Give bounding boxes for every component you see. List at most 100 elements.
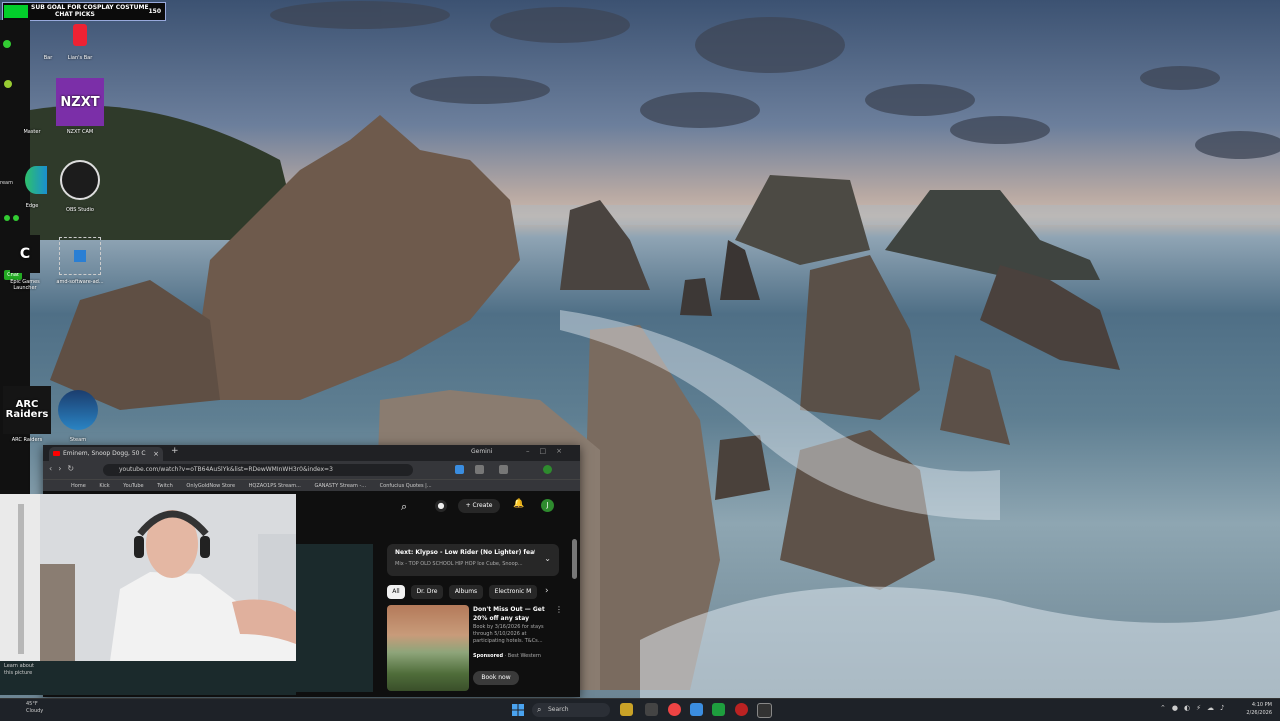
gemini-button[interactable]: Gemini bbox=[471, 448, 492, 455]
chevron-right-icon[interactable]: › bbox=[545, 586, 549, 596]
bookmark-stream-1[interactable]: HQZAO1PS Stream... bbox=[249, 483, 301, 489]
sub-goal-title: SUB GOAL FOR COSPLAY COSTUME bbox=[31, 4, 149, 11]
clock-time: 4:10 PM bbox=[1251, 702, 1272, 708]
search-icon: ⌕ bbox=[537, 705, 542, 714]
window-controls[interactable]: –□× bbox=[526, 447, 572, 455]
weather-condition: Cloudy bbox=[26, 708, 44, 714]
clock[interactable]: 4:10 PM 2/26/2026 bbox=[1240, 701, 1272, 717]
up-next-card[interactable]: Next: Klypso - Low Rider (No Lighter) fe… bbox=[387, 544, 559, 576]
chip-albums[interactable]: Albums bbox=[449, 585, 483, 599]
desktop-icon-label: ARC Raiders bbox=[11, 437, 43, 443]
scrollbar[interactable] bbox=[572, 539, 577, 579]
windows-start-icon[interactable] bbox=[512, 704, 524, 716]
desktop-icon-label: NZXT CAM bbox=[66, 129, 94, 135]
microphone-icon[interactable]: ● bbox=[435, 500, 447, 512]
more-options-icon[interactable]: ⋮ bbox=[555, 605, 563, 614]
desktop-icon-obs-studio[interactable]: OBS Studio bbox=[50, 156, 110, 213]
status-dot-icon bbox=[4, 80, 12, 88]
nzxt-icon: NZXT bbox=[56, 78, 104, 126]
status-dot-icon bbox=[13, 215, 19, 221]
edge-icon bbox=[25, 166, 47, 194]
chrome-icon[interactable] bbox=[668, 703, 681, 716]
desktop-icon-epic-games[interactable]: C Epic Games Launcher bbox=[0, 232, 50, 291]
bookmark-home[interactable]: Home bbox=[71, 483, 86, 489]
app-icon[interactable] bbox=[690, 703, 703, 716]
ad-thumbnail[interactable] bbox=[387, 605, 469, 691]
taskbar-search[interactable]: ⌕ Search bbox=[532, 703, 610, 717]
bookmark-twitch[interactable]: Twitch bbox=[157, 483, 173, 489]
arc-raiders-icon: ARC Raiders bbox=[3, 386, 51, 434]
learn-about-picture-label: Learn about this picture bbox=[4, 663, 34, 676]
chip-electronic[interactable]: Electronic M bbox=[489, 585, 537, 599]
profile-avatar[interactable] bbox=[543, 465, 552, 474]
webcam-feed bbox=[0, 494, 296, 661]
status-dot-icon bbox=[4, 215, 10, 221]
browser-tab-bar: Eminem, Snoop Dogg, 50 C × + Gemini –□× bbox=[43, 445, 580, 461]
desktop-icon-nzxt-cam[interactable]: NZXT NZXT CAM bbox=[50, 78, 110, 135]
extension-icon[interactable] bbox=[475, 465, 484, 474]
search-placeholder: Search bbox=[548, 706, 569, 713]
create-button[interactable]: + Create bbox=[458, 499, 500, 513]
book-now-button[interactable]: Book now bbox=[473, 671, 519, 685]
ad-description: Book by 3/16/2026 for stays through 5/10… bbox=[473, 624, 544, 644]
bookmark-stream-2[interactable]: GANASTY Stream -... bbox=[314, 483, 366, 489]
bookmark-kick[interactable]: Kick bbox=[99, 483, 109, 489]
system-tray[interactable]: ⌃●◐⚡☁♪ bbox=[1160, 704, 1230, 712]
sponsored-ad[interactable]: Don't Miss Out — Get 20% off any stay Bo… bbox=[387, 605, 567, 695]
avatar[interactable]: J bbox=[541, 499, 554, 512]
extension-icon[interactable] bbox=[499, 465, 508, 474]
desktop-icon-label: OBS Studio bbox=[66, 207, 94, 213]
nav-buttons[interactable]: ‹›↻ bbox=[49, 464, 80, 473]
weather-widget[interactable]: 45°F Cloudy bbox=[26, 701, 43, 715]
ad-sponsor: Sponsored · Best Western bbox=[473, 653, 541, 659]
terminal-icon[interactable] bbox=[757, 703, 772, 718]
video-player[interactable] bbox=[295, 544, 373, 692]
youtube-icon bbox=[53, 451, 60, 456]
desktop-icon-edge[interactable]: Edge bbox=[12, 160, 52, 209]
next-video-playlist: Mix - TOP OLD SCHOOL HIP HOP Ice Cube, S… bbox=[395, 561, 523, 567]
desktop-icon-label: Edge bbox=[25, 203, 39, 209]
installer-icon bbox=[59, 237, 101, 275]
address-bar[interactable]: youtube.com/watch?v=oTB64AuSlYk&list=RDe… bbox=[103, 464, 413, 476]
desktop-icon-amd-software[interactable]: amd-software-ad... bbox=[50, 236, 110, 285]
desktop-icon-label: amd-software-ad... bbox=[56, 279, 104, 285]
sub-goal-count: 150 bbox=[148, 8, 161, 15]
steam-icon bbox=[58, 390, 98, 430]
app-icon bbox=[73, 24, 87, 46]
ad-title: Don't Miss Out — Get 20% off any stay bbox=[473, 606, 545, 622]
sub-goal-progress bbox=[4, 5, 28, 18]
xbox-icon[interactable] bbox=[712, 703, 725, 716]
extension-icon[interactable] bbox=[455, 465, 464, 474]
app-icon[interactable] bbox=[735, 703, 748, 716]
weather-temp: 45°F bbox=[26, 701, 38, 707]
next-video-title: Next: Klypso - Low Rider (No Lighter) fe… bbox=[395, 549, 535, 556]
file-explorer-icon[interactable] bbox=[620, 703, 633, 716]
address-bar-row: ‹›↻ youtube.com/watch?v=oTB64AuSlYk&list… bbox=[43, 461, 580, 479]
new-tab-button[interactable]: + bbox=[171, 446, 179, 456]
desktop-icon-master[interactable]: Master bbox=[12, 94, 52, 135]
notifications-bell-icon[interactable]: 🔔 bbox=[513, 499, 524, 509]
desktop-icon-lians-bar[interactable]: Lian's Bar bbox=[50, 18, 110, 61]
learn-about-picture[interactable]: Learn about this picture bbox=[0, 661, 296, 695]
chip-all[interactable]: All bbox=[387, 585, 405, 599]
desktop-icon-label: Steam bbox=[69, 437, 87, 443]
filter-chips: All Dr. Dre Albums Electronic M › bbox=[387, 585, 577, 601]
epic-icon: C bbox=[10, 235, 40, 273]
search-icon[interactable]: ⌕ bbox=[401, 500, 407, 514]
browser-tab-youtube[interactable]: Eminem, Snoop Dogg, 50 C × bbox=[49, 447, 163, 461]
desktop-icon-steam[interactable]: Steam bbox=[48, 386, 108, 443]
app-icon[interactable] bbox=[645, 703, 658, 716]
sub-goal-subtitle: CHAT PICKS bbox=[55, 11, 95, 18]
desktop-icon-label: Epic Games Launcher bbox=[10, 279, 40, 291]
chip-dr-dre[interactable]: Dr. Dre bbox=[411, 585, 443, 599]
desktop-icon-arc-raiders[interactable]: ARC Raiders ARC Raiders bbox=[0, 386, 54, 443]
chevron-down-icon[interactable]: ⌄ bbox=[544, 554, 551, 563]
desktop-icon-label: Master bbox=[23, 129, 41, 135]
bookmark-quotes[interactable]: Confucius Quotes |... bbox=[380, 483, 432, 489]
close-tab-icon[interactable]: × bbox=[153, 447, 159, 461]
status-dot-icon bbox=[3, 40, 11, 48]
bookmark-store[interactable]: OnlyGoldNow Store bbox=[186, 483, 235, 489]
taskbar: 45°F Cloudy ⌕ Search ⌃●◐⚡☁♪ 4:10 PM 2/26… bbox=[0, 698, 1280, 721]
clock-date: 2/26/2026 bbox=[1246, 710, 1272, 716]
bookmark-youtube[interactable]: YouTube bbox=[123, 483, 143, 489]
